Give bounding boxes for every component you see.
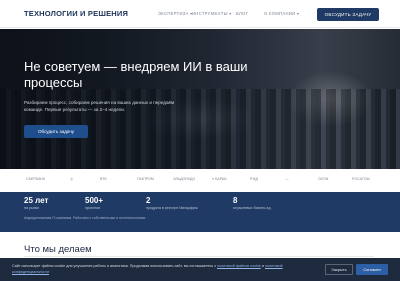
client-logo: РЖД [250,177,259,181]
stat-units: 8 отраслевых бизнес-ед. [233,196,271,210]
client-logo: РОСАТОМ [352,177,370,181]
cookie-banner: Сайт использует файлы cookie для улучшен… [0,258,400,281]
hero-description: Разбираем процесс, собираем решения на в… [24,100,175,112]
stat-label: проектов [85,206,101,210]
client-logo: ГАЗПРОМ [137,177,154,181]
stat-label: продукта в реестре Минцифры [146,206,198,210]
client-logo: ЭЛЬДОРАДО [173,177,196,181]
nav-item-blog[interactable]: БЛОГ [236,11,248,16]
stat-label: отраслевых бизнес-ед. [233,206,272,210]
cookie-message: Сайт использует файлы cookie для улучшен… [12,264,218,268]
nav-item-about[interactable]: О КОМПАНИИ ▾ [264,11,299,16]
client-logo: ◎ [70,177,74,181]
stat-value: 25 лет [24,196,49,205]
nav-item-tools[interactable]: ИНСТРУМЕНТЫ ▾ [192,11,232,16]
site-logo[interactable]: ТЕХНОЛОГИИ И РЕШЕНИЯ [24,9,128,18]
hero-title: Не советуем — внедряем ИИ в ваши процесс… [24,59,248,90]
section-title: Что мы делаем [24,244,92,255]
client-logo: СБЕРБАНК [26,177,46,181]
discuss-task-button[interactable]: ОБСУДИТЬ ЗАДАЧУ [317,8,379,21]
stats-band: 25 лет на рынке 500+ проектов 2 продукта… [0,192,400,232]
stat-years: 25 лет на рынке [24,196,48,210]
client-logo: OZON [318,177,329,181]
stat-products: 2 продукта в реестре Минцифры [146,196,198,210]
cookie-accept-button[interactable]: Согласен [356,264,388,275]
client-logos-strip: СБЕРБАНК ◎ ВТБ ГАЗПРОМ ЭЛЬДОРАДО ≡ БАРАБ… [0,170,400,190]
stats-note: Аккредитованная IT-компания. Работаем с … [24,216,147,220]
client-logo: ≡ БАРАБ [212,177,227,181]
stat-value: 8 [233,196,238,205]
section-divider [24,256,374,257]
hero-discuss-button[interactable]: Обсудить задачу [24,125,88,138]
stat-label: на рынке [24,206,40,210]
stat-projects: 500+ проектов [85,196,103,210]
hero-section: Не советуем — внедряем ИИ в ваши процесс… [0,29,400,169]
stat-value: 2 [146,196,151,205]
cookie-policy-link[interactable]: политикой файлов cookie [217,264,261,268]
client-logo: — [285,177,289,181]
nav-item-expertise[interactable]: ЭКСПЕРТИЗА ▾ [158,11,193,16]
cookie-text: Сайт использует файлы cookie для улучшен… [12,264,312,275]
stat-value: 500+ [85,196,104,205]
client-logo: ВТБ [100,177,107,181]
cookie-close-button[interactable]: Закрыть [325,264,353,275]
site-header: ТЕХНОЛОГИИ И РЕШЕНИЯ ЭКСПЕРТИЗА ▾ ИНСТРУ… [0,0,400,28]
